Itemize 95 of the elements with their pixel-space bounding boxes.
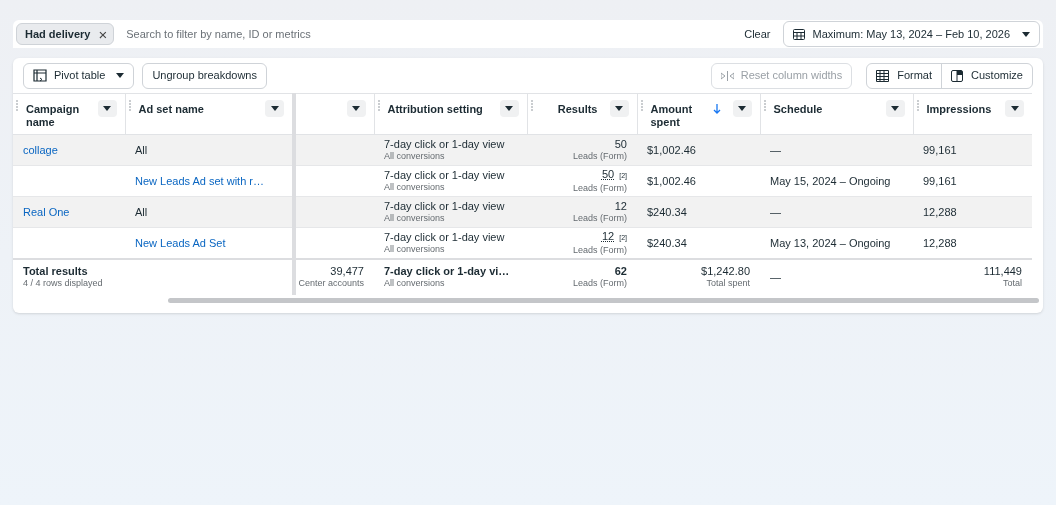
cell-caption: Leads (Form)	[573, 150, 627, 162]
cell-caption: All conversions	[384, 181, 446, 193]
remove-filter-button[interactable]: ×	[98, 26, 108, 42]
date-range-button[interactable]: Maximum: May 13, 2024 – Feb 10, 2026	[782, 21, 1040, 47]
cell-caption: All conversions	[384, 243, 446, 255]
cell-value: 12	[614, 200, 627, 212]
cell-caption: 4 / 4 rows displayed	[23, 276, 104, 289]
caret-icon	[1022, 31, 1030, 37]
toolbar-button[interactable]: Pivot table	[23, 62, 135, 89]
table-cell: 12,288	[913, 227, 1032, 259]
column-menu-button[interactable]	[1005, 100, 1024, 117]
cell-caption: Leads (Form)	[573, 276, 627, 289]
table-cell: May 15, 2024 – Ongoing	[760, 165, 913, 197]
table-cell: —	[760, 134, 913, 166]
table-format-icon	[876, 69, 890, 82]
table-cell: $1,002.46	[637, 165, 760, 197]
cell-caption: Center accounts	[298, 277, 364, 289]
table-cell: $1,002.46	[637, 134, 760, 166]
column-header: Impressions	[926, 102, 993, 116]
cell-caption: Leads (Form)	[573, 243, 627, 256]
cell-caption: All conversions	[384, 277, 446, 289]
table-cell: $240.34	[637, 227, 760, 259]
column-menu-button[interactable]	[499, 100, 519, 117]
cell-caption: Total	[1003, 277, 1022, 289]
table-row[interactable]: Real One All 7-day click or 1-day view All conversions 12 Leads (Form) $240.34 — 12,288	[13, 196, 1032, 228]
campaign-link[interactable]: collage	[13, 134, 125, 166]
column-resize-icon	[720, 70, 734, 81]
cell-caption: Leads (Form)	[573, 212, 627, 224]
drag-handle-icon[interactable]	[640, 100, 643, 112]
caret-icon	[891, 106, 899, 111]
drag-handle-icon[interactable]	[763, 100, 766, 112]
caret-icon	[1010, 106, 1019, 111]
toolbar-button[interactable]: Format	[867, 63, 942, 88]
drag-handle-icon[interactable]	[377, 100, 380, 112]
cell-caption: Total spent	[706, 277, 750, 289]
drag-handle-icon[interactable]	[530, 100, 533, 112]
column-header: Attribution setting	[387, 102, 484, 116]
column-menu-button[interactable]	[265, 100, 284, 117]
cell-value[interactable]: 50	[601, 168, 615, 180]
calendar-icon	[792, 28, 805, 40]
horizontal-scrollbar[interactable]	[168, 297, 1039, 303]
toolbar-button[interactable]: Customize	[941, 63, 1032, 88]
filter-chip[interactable]: Had delivery ×	[16, 23, 115, 45]
cell-value: 50	[614, 138, 627, 150]
clear-button[interactable]: Clear	[744, 25, 771, 43]
cell-caption: All conversions	[384, 150, 446, 162]
table-cell: 99,161	[913, 134, 1032, 166]
cell-caption: Leads (Form)	[573, 182, 627, 194]
column-menu-button[interactable]	[885, 100, 905, 117]
cell-value: Total results	[23, 264, 89, 277]
chip-label: Had delivery	[25, 26, 91, 42]
table-cell: —	[760, 258, 913, 295]
cell-value: 39,477	[330, 264, 364, 277]
cell-value: 7-day click or 1-day view	[384, 230, 506, 243]
cell-value: $1,242.80	[701, 264, 750, 277]
search-field[interactable]: Search to filter by name, ID or metrics	[126, 23, 733, 45]
caret-icon	[738, 106, 746, 111]
cell-value: 7-day click or 1-day view	[384, 169, 506, 181]
cell-value[interactable]: 12	[601, 229, 615, 242]
cell-value: 7-day click or 1-day view	[384, 138, 506, 150]
table-cell: $240.34	[637, 196, 760, 228]
caret-icon	[270, 106, 279, 111]
cell-value: 62	[614, 264, 627, 277]
table-cell: —	[760, 196, 913, 228]
caret-icon	[103, 106, 111, 111]
caret-icon	[352, 106, 360, 111]
column-header: Results	[556, 102, 598, 116]
columns-icon	[951, 69, 964, 82]
column-header: Amount spent	[650, 102, 694, 129]
drag-handle-icon[interactable]	[916, 100, 919, 112]
cell-value: 7-day click or 1-day vi…	[384, 264, 511, 277]
sort-descending-icon[interactable]	[712, 104, 721, 114]
drag-handle-icon[interactable]	[128, 100, 131, 112]
search-bar[interactable]: Had delivery × Search to filter by name, ID or metrics Clear Maximum: May 13, 2024 – Feb 10, 2026	[13, 20, 1043, 48]
pivot-table-icon	[33, 69, 47, 82]
caret-icon	[505, 106, 513, 111]
drag-handle-icon[interactable]	[16, 100, 18, 112]
caret-icon	[615, 106, 623, 111]
column-header: Campaign name	[26, 102, 81, 129]
toolbar-button[interactable]: Ungroup breakdowns	[142, 62, 267, 89]
cell-caption: All conversions	[384, 212, 446, 224]
column-menu-button[interactable]	[609, 100, 629, 117]
column-menu-button[interactable]	[97, 100, 117, 117]
campaign-link[interactable]: Real One	[13, 196, 125, 228]
column-menu-button[interactable]	[346, 100, 366, 117]
table-cell: 12,288	[913, 196, 1032, 228]
table-cell: May 13, 2024 – Ongoing	[760, 227, 913, 259]
caret-icon	[116, 73, 125, 78]
column-menu-button[interactable]	[732, 100, 752, 117]
column-header: Ad set name	[138, 102, 205, 116]
cell-value: 111,449	[983, 264, 1022, 277]
table-cell: 99,161	[913, 165, 1032, 197]
table-row[interactable]: collage All 7-day click or 1-day view All conversions 50 Leads (Form) $1,002.46 — 99,161	[13, 134, 1032, 166]
column-header: Schedule	[773, 102, 824, 116]
cell-value: 7-day click or 1-day view	[384, 200, 506, 212]
